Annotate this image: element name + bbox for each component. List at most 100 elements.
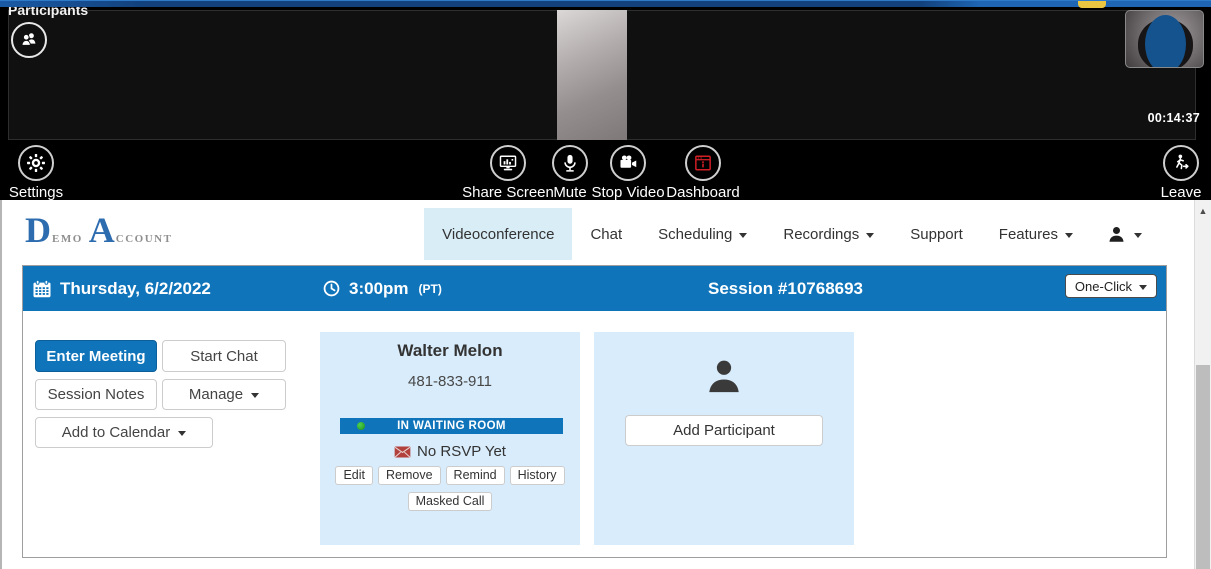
add-participant-button[interactable]: Add Participant xyxy=(625,415,823,446)
video-conference-overlay: Participants 00:14:37 xyxy=(0,7,1211,200)
masked-call-label: Masked Call xyxy=(416,494,485,508)
chevron-down-icon xyxy=(1065,233,1073,238)
online-status-dot xyxy=(357,422,365,430)
leave-label: Leave xyxy=(1161,184,1202,201)
session-header-bar: Thursday, 6/2/2022 3:00pm (PT) Session #… xyxy=(23,266,1166,311)
add-participant-label: Add Participant xyxy=(673,422,775,439)
share-screen-icon xyxy=(490,145,526,181)
tab-features[interactable]: Features xyxy=(981,208,1091,260)
session-date-text: Thursday, 6/2/2022 xyxy=(60,279,211,299)
edit-button[interactable]: Edit xyxy=(335,466,373,485)
session-date: Thursday, 6/2/2022 xyxy=(32,266,211,311)
tab-recordings[interactable]: Recordings xyxy=(765,208,892,260)
add-to-calendar-dropdown-button[interactable]: Add to Calendar xyxy=(35,417,213,448)
tab-chat[interactable]: Chat xyxy=(572,208,640,260)
masked-call-button[interactable]: Masked Call xyxy=(408,492,493,511)
tab-label: Recordings xyxy=(783,226,859,243)
logo-ccount: CCOUNT xyxy=(116,233,173,245)
manage-dropdown-button[interactable]: Manage xyxy=(162,379,286,410)
demo-account-logo[interactable]: D EMO A CCOUNT xyxy=(25,210,178,250)
rsvp-status: No RSVP Yet xyxy=(320,443,580,460)
leave-button[interactable]: Leave xyxy=(1156,145,1206,201)
add-to-calendar-label: Add to Calendar xyxy=(62,424,170,441)
nav-tabs: Videoconference Chat Scheduling Recordin… xyxy=(424,208,1146,260)
remove-button[interactable]: Remove xyxy=(378,466,441,485)
session-time-text: 3:00pm xyxy=(349,279,409,299)
participants-button[interactable] xyxy=(11,22,47,58)
masked-call-row: Masked Call xyxy=(320,492,580,511)
chevron-down-icon xyxy=(866,233,874,238)
status-text: IN WAITING ROOM xyxy=(397,420,506,432)
tab-label: Features xyxy=(999,226,1058,243)
share-screen-label: Share Screen xyxy=(462,184,554,201)
tab-label: Videoconference xyxy=(442,226,554,243)
dashboard-label: Dashboard xyxy=(666,184,739,201)
one-click-dropdown-button[interactable]: One-Click xyxy=(1065,274,1157,298)
logo-letter-d: D xyxy=(25,210,51,250)
self-video-thumbnail xyxy=(1125,10,1204,68)
chevron-down-icon xyxy=(1139,285,1147,290)
participant-card: Walter Melon 481-833-911 IN WAITING ROOM… xyxy=(320,332,580,545)
app-window: Participants 00:14:37 xyxy=(0,0,1211,569)
session-number: Session #10768693 xyxy=(708,266,863,311)
add-participant-card: Add Participant xyxy=(594,332,854,545)
chevron-down-icon xyxy=(178,431,186,436)
browser-strip-accent xyxy=(1078,1,1106,8)
participants-icon xyxy=(18,29,40,51)
start-chat-label: Start Chat xyxy=(190,348,258,365)
participant-phone: 481-833-911 xyxy=(320,373,580,390)
browser-top-strip xyxy=(0,0,1211,7)
tab-label: Scheduling xyxy=(658,226,732,243)
settings-button[interactable]: Settings xyxy=(4,145,68,201)
chevron-down-icon xyxy=(739,233,747,238)
calendar-icon xyxy=(32,279,52,299)
history-label: History xyxy=(518,468,557,482)
chevron-down-icon xyxy=(1134,233,1142,238)
scrollbar-thumb[interactable] xyxy=(1196,365,1210,569)
video-camera-icon xyxy=(610,145,646,181)
user-icon xyxy=(1107,225,1126,244)
tab-scheduling[interactable]: Scheduling xyxy=(640,208,765,260)
start-chat-button[interactable]: Start Chat xyxy=(162,340,286,372)
settings-label: Settings xyxy=(9,184,63,201)
logo-emo: EMO xyxy=(52,233,83,245)
microphone-icon xyxy=(552,145,588,181)
share-screen-button[interactable]: Share Screen xyxy=(458,145,558,201)
person-icon xyxy=(703,356,745,398)
enter-meeting-button[interactable]: Enter Meeting xyxy=(35,340,157,372)
dashboard-button[interactable]: Dashboard xyxy=(658,145,748,201)
mute-label: Mute xyxy=(553,184,586,201)
account-menu-button[interactable] xyxy=(1091,208,1146,260)
leave-runner-icon xyxy=(1163,145,1199,181)
enter-meeting-label: Enter Meeting xyxy=(46,348,145,365)
tab-videoconference[interactable]: Videoconference xyxy=(424,208,572,260)
participant-actions-row: Edit Remove Remind History xyxy=(320,466,580,485)
face-privacy-overlay xyxy=(1145,15,1186,68)
scrollbar-up-arrow[interactable]: ▲ xyxy=(1195,203,1211,219)
session-time: 3:00pm (PT) xyxy=(322,266,442,311)
chevron-down-icon xyxy=(251,393,259,398)
participant-name: Walter Melon xyxy=(320,341,580,361)
remind-button[interactable]: Remind xyxy=(446,466,505,485)
tab-label: Chat xyxy=(590,226,622,243)
tab-support[interactable]: Support xyxy=(892,208,981,260)
envelope-icon xyxy=(394,446,411,458)
logo-letter-a: A xyxy=(89,210,115,250)
window-left-edge xyxy=(0,200,2,569)
main-nav-bar: D EMO A CCOUNT Videoconference Chat Sche… xyxy=(0,200,1194,260)
call-timer: 00:14:37 xyxy=(1148,111,1200,125)
session-notes-label: Session Notes xyxy=(48,386,145,403)
session-notes-button[interactable]: Session Notes xyxy=(35,379,157,410)
rsvp-text: No RSVP Yet xyxy=(417,443,506,460)
session-timezone: (PT) xyxy=(419,282,442,296)
one-click-label: One-Click xyxy=(1075,279,1132,294)
remind-label: Remind xyxy=(454,468,497,482)
history-button[interactable]: History xyxy=(510,466,565,485)
dashboard-icon xyxy=(685,145,721,181)
status-banner: IN WAITING ROOM xyxy=(340,418,563,434)
remote-video-feed xyxy=(557,10,627,140)
tab-label: Support xyxy=(910,226,963,243)
stop-video-label: Stop Video xyxy=(591,184,664,201)
stop-video-button[interactable]: Stop Video xyxy=(588,145,668,201)
page-scrollbar[interactable]: ▲ xyxy=(1194,200,1211,569)
